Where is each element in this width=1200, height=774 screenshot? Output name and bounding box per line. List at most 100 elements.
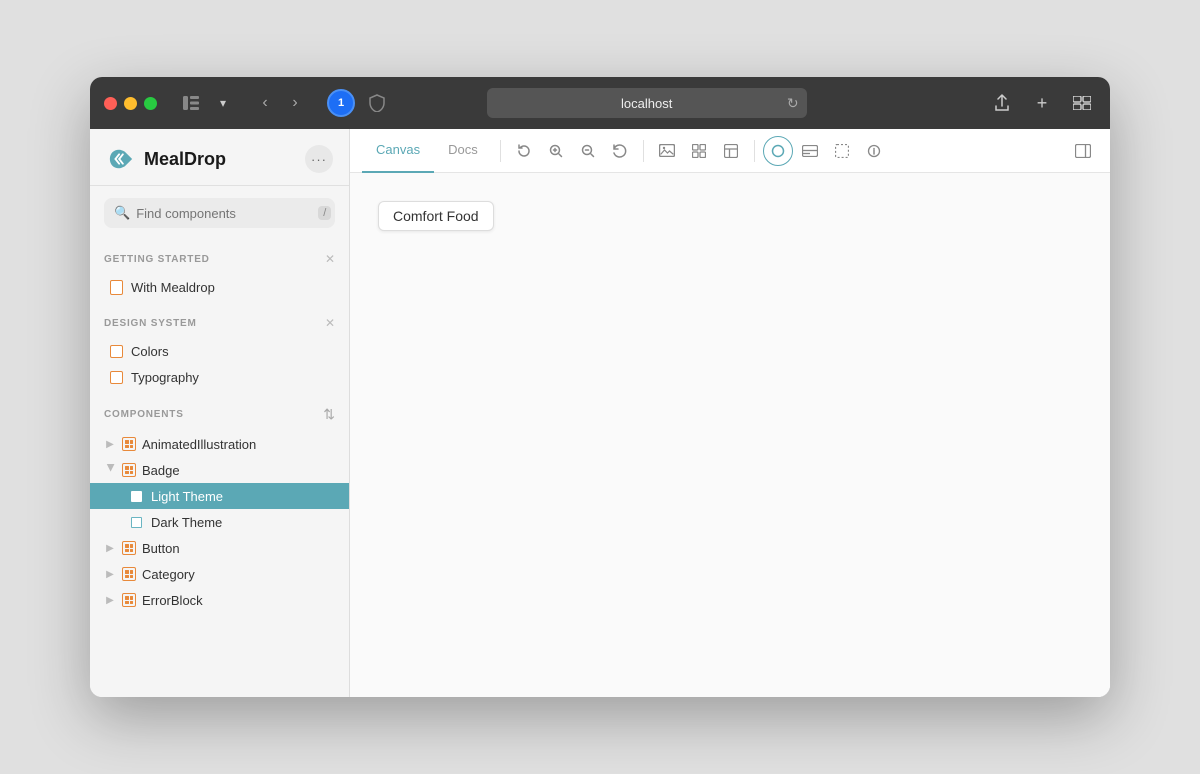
refresh-icon-btn[interactable] bbox=[509, 136, 539, 166]
canvas-area: Comfort Food bbox=[350, 173, 1110, 697]
sidebar-item-with-mealdrop[interactable]: With Mealdrop bbox=[90, 274, 349, 300]
sidebar-item-dark-theme[interactable]: Dark Theme bbox=[90, 509, 349, 535]
collapsed-arrow-icon: ▶ bbox=[104, 438, 116, 450]
tab-canvas[interactable]: Canvas bbox=[362, 129, 434, 173]
sidebar-item-colors[interactable]: Colors bbox=[90, 338, 349, 364]
design-system-section: DESIGN SYSTEM ✕ Colors Typography bbox=[90, 304, 349, 394]
getting-started-section: GETTING STARTED ✕ With Mealdrop bbox=[90, 240, 349, 304]
colors-icon bbox=[108, 343, 124, 359]
error-block-label: ErrorBlock bbox=[142, 593, 203, 608]
extension-icons: 1 bbox=[327, 89, 391, 117]
image-icon-btn[interactable] bbox=[652, 136, 682, 166]
design-system-header: DESIGN SYSTEM ✕ bbox=[90, 312, 349, 334]
titlebar: ▾ ‹ › 1 localhost ↻ + bbox=[90, 77, 1110, 129]
share-icon[interactable] bbox=[988, 89, 1016, 117]
toolbar-divider-2 bbox=[643, 140, 644, 162]
button-component-icon bbox=[121, 540, 137, 556]
reset-zoom-icon-btn[interactable] bbox=[605, 136, 635, 166]
with-mealdrop-label: With Mealdrop bbox=[131, 280, 215, 295]
sidebar-toggle-icon[interactable] bbox=[177, 89, 205, 117]
category-component-icon bbox=[121, 566, 137, 582]
minimize-button[interactable] bbox=[124, 97, 137, 110]
panel-icon-btn[interactable] bbox=[795, 136, 825, 166]
titlebar-actions: + bbox=[988, 89, 1096, 117]
sidebar-menu-button[interactable]: ··· bbox=[305, 145, 333, 173]
maximize-button[interactable] bbox=[144, 97, 157, 110]
tabs: Canvas Docs bbox=[362, 129, 492, 173]
search-shortcut-badge: / bbox=[318, 206, 331, 220]
errorblock-component-icon bbox=[121, 592, 137, 608]
traffic-lights bbox=[104, 97, 157, 110]
frame-icon-btn[interactable] bbox=[827, 136, 857, 166]
button-arrow-icon: ▶ bbox=[104, 542, 116, 554]
brand-name-text: MealDrop bbox=[144, 149, 226, 170]
animated-illustration-label: AnimatedIllustration bbox=[142, 437, 256, 452]
sidebar-right-icon-btn[interactable] bbox=[1068, 136, 1098, 166]
page-icon bbox=[108, 279, 124, 295]
button-label: Button bbox=[142, 541, 180, 556]
titlebar-controls: ▾ bbox=[177, 89, 237, 117]
sidebar-item-button[interactable]: ▶ Button bbox=[90, 535, 349, 561]
app-body: MealDrop ··· 🔍 / GETTING STARTED ✕ bbox=[90, 129, 1110, 697]
component-grid-icon bbox=[121, 436, 137, 452]
forward-button[interactable]: › bbox=[281, 89, 309, 117]
getting-started-title: GETTING STARTED bbox=[104, 254, 210, 265]
back-button[interactable]: ‹ bbox=[251, 89, 279, 117]
design-system-title: DESIGN SYSTEM bbox=[104, 318, 197, 329]
layout-icon-btn[interactable] bbox=[716, 136, 746, 166]
sidebar-item-error-block[interactable]: ▶ ErrorBlock bbox=[90, 587, 349, 613]
tab-docs[interactable]: Docs bbox=[434, 129, 492, 173]
grid-view-icon-btn[interactable] bbox=[684, 136, 714, 166]
refresh-icon[interactable]: ↻ bbox=[787, 95, 799, 112]
toolbar-divider-1 bbox=[500, 140, 501, 162]
address-bar[interactable]: localhost ↻ bbox=[487, 88, 807, 118]
toolbar-icons-right bbox=[763, 136, 889, 166]
sidebar-item-typography[interactable]: Typography bbox=[90, 364, 349, 390]
sidebar-item-light-theme[interactable]: Light Theme bbox=[90, 483, 349, 509]
sidebar-item-category[interactable]: ▶ Category bbox=[90, 561, 349, 587]
dark-theme-icon bbox=[128, 514, 144, 530]
canvas-chip: Comfort Food bbox=[378, 201, 494, 231]
toolbar-icons-left bbox=[509, 136, 635, 166]
brand: MealDrop bbox=[106, 146, 226, 172]
light-theme-label: Light Theme bbox=[151, 489, 223, 504]
category-label: Category bbox=[142, 567, 195, 582]
expanded-arrow-icon: ▶ bbox=[104, 464, 116, 476]
typography-icon bbox=[108, 369, 124, 385]
zoom-out-icon-btn[interactable] bbox=[573, 136, 603, 166]
close-button[interactable] bbox=[104, 97, 117, 110]
search-input[interactable] bbox=[136, 206, 312, 221]
brand-logo-icon bbox=[106, 146, 136, 172]
shield-icon[interactable] bbox=[363, 89, 391, 117]
sidebar-item-animated-illustration[interactable]: ▶ AnimatedIllustration bbox=[90, 431, 349, 457]
toolbar-divider-3 bbox=[754, 140, 755, 162]
components-sort-icon[interactable]: ⇅ bbox=[323, 406, 335, 423]
category-arrow-icon: ▶ bbox=[104, 568, 116, 580]
sidebar-header: MealDrop ··· bbox=[90, 129, 349, 186]
colors-label: Colors bbox=[131, 344, 169, 359]
toolbar: Canvas Docs bbox=[350, 129, 1110, 173]
sidebar: MealDrop ··· 🔍 / GETTING STARTED ✕ bbox=[90, 129, 350, 697]
tab-overview-icon[interactable] bbox=[1068, 89, 1096, 117]
badge-label: Badge bbox=[142, 463, 180, 478]
nav-controls: ‹ › bbox=[251, 89, 309, 117]
address-text: localhost bbox=[621, 96, 672, 111]
search-box[interactable]: 🔍 / bbox=[104, 198, 335, 228]
sidebar-item-badge[interactable]: ▶ Badge bbox=[90, 457, 349, 483]
components-section: COMPONENTS ⇅ ▶ AnimatedIllustration ▶ bbox=[90, 394, 349, 617]
getting-started-header: GETTING STARTED ✕ bbox=[90, 248, 349, 270]
add-tab-icon[interactable]: + bbox=[1028, 89, 1056, 117]
zoom-in-icon-btn[interactable] bbox=[541, 136, 571, 166]
circle-icon-btn[interactable] bbox=[763, 136, 793, 166]
components-title: COMPONENTS bbox=[104, 409, 184, 420]
design-system-collapse-icon[interactable]: ✕ bbox=[325, 316, 335, 330]
ellipsis-icon: ··· bbox=[311, 152, 327, 167]
getting-started-collapse-icon[interactable]: ✕ bbox=[325, 252, 335, 266]
search-icon: 🔍 bbox=[114, 205, 130, 221]
info-icon-btn[interactable] bbox=[859, 136, 889, 166]
onepassword-icon[interactable]: 1 bbox=[327, 89, 355, 117]
toolbar-icons-middle bbox=[652, 136, 746, 166]
chevron-down-icon[interactable]: ▾ bbox=[209, 89, 237, 117]
typography-label: Typography bbox=[131, 370, 199, 385]
dark-theme-label: Dark Theme bbox=[151, 515, 222, 530]
